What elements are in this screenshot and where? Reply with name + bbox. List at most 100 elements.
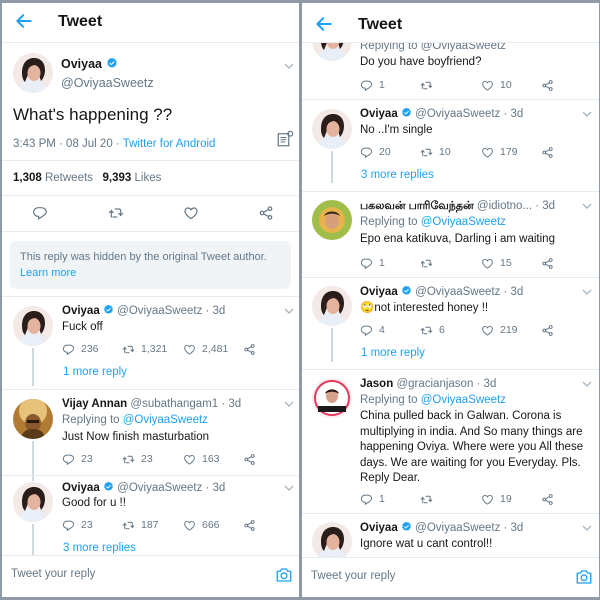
- share-action[interactable]: [541, 77, 554, 93]
- chevron-down-icon[interactable]: [582, 289, 592, 295]
- retweet-action[interactable]: 187: [122, 517, 159, 533]
- hidden-notice-text: This reply was hidden by the original Tw…: [20, 251, 267, 263]
- retweet-icon: [420, 257, 433, 270]
- page-title: Tweet: [358, 16, 403, 33]
- reply-header: Jason @gracianjason · 3d: [360, 378, 497, 390]
- like-icon: [481, 493, 494, 506]
- avatar[interactable]: [312, 522, 352, 562]
- right-tweet-screen: Replying to @OviyaaSweetz Do you have bo…: [302, 3, 599, 597]
- share-icon: [541, 493, 554, 506]
- like-icon[interactable]: [183, 205, 199, 221]
- avatar[interactable]: [312, 378, 352, 418]
- chevron-down-icon[interactable]: [284, 485, 294, 491]
- reply-composer[interactable]: Tweet your reply: [302, 557, 599, 597]
- share-icon: [541, 146, 554, 159]
- retweet-action[interactable]: 10: [420, 144, 451, 160]
- like-action[interactable]: 15: [481, 255, 512, 271]
- avatar[interactable]: [312, 109, 352, 149]
- reply-action-bar: 236 1,321 2,481: [62, 341, 262, 357]
- share-action[interactable]: [541, 255, 554, 271]
- retweet-action[interactable]: 23: [122, 451, 153, 467]
- tweet-stats: 1,308 Retweets 9,393 Likes: [13, 172, 162, 184]
- reply-action-bar: 1 15: [360, 255, 560, 271]
- chevron-down-icon[interactable]: [582, 111, 592, 117]
- like-action[interactable]: 10: [481, 77, 512, 93]
- hidden-reply-notice: This reply was hidden by the original Tw…: [10, 241, 291, 289]
- reply-icon[interactable]: [32, 205, 48, 221]
- reply-text: Fuck off: [62, 321, 103, 333]
- reply-composer[interactable]: Tweet your reply: [2, 555, 299, 597]
- like-action[interactable]: 666: [183, 517, 220, 533]
- author-name[interactable]: Oviyaa: [61, 57, 118, 72]
- back-arrow-icon[interactable]: [14, 11, 34, 31]
- avatar[interactable]: [13, 482, 53, 522]
- more-replies-link[interactable]: 1 more reply: [63, 366, 127, 378]
- chevron-down-icon[interactable]: [284, 308, 294, 314]
- reply-input[interactable]: Tweet your reply: [311, 570, 395, 582]
- more-replies-link[interactable]: 1 more reply: [361, 347, 425, 359]
- avatar[interactable]: [312, 286, 352, 326]
- retweet-action[interactable]: 1,321: [122, 341, 167, 357]
- avatar[interactable]: [13, 306, 53, 346]
- reply-header: Oviyaa @OviyaaSweetz · 3d: [360, 108, 524, 120]
- more-replies-link[interactable]: 3 more replies: [361, 169, 434, 181]
- like-action[interactable]: 179: [481, 144, 518, 160]
- retweet-action[interactable]: [420, 77, 433, 93]
- share-action[interactable]: [243, 341, 256, 357]
- back-arrow-icon[interactable]: [314, 14, 334, 34]
- like-action[interactable]: 19: [481, 491, 512, 507]
- share-action[interactable]: [541, 491, 554, 507]
- retweet-action[interactable]: 6: [420, 322, 445, 338]
- chevron-down-icon[interactable]: [582, 203, 592, 209]
- chevron-down-icon[interactable]: [582, 381, 592, 387]
- like-action[interactable]: 2,481: [183, 341, 228, 357]
- reply-icon: [360, 324, 373, 337]
- avatar[interactable]: [312, 200, 352, 240]
- left-tweet-screen: Tweet Oviyaa @OviyaaSweetz What's happen…: [2, 3, 299, 597]
- more-replies-link[interactable]: 3 more replies: [63, 542, 136, 554]
- source-link[interactable]: Twitter for Android: [123, 138, 216, 150]
- reply-action[interactable]: 23: [62, 517, 93, 533]
- like-icon: [183, 519, 196, 532]
- author-handle[interactable]: @OviyaaSweetz: [61, 76, 154, 91]
- reply-action-bar: 1 19: [360, 491, 560, 507]
- share-icon: [541, 257, 554, 270]
- like-action[interactable]: 219: [481, 322, 518, 338]
- chevron-down-icon[interactable]: [284, 63, 294, 69]
- reply-action[interactable]: 20: [360, 144, 391, 160]
- analytics-icon[interactable]: [276, 130, 294, 148]
- avatar[interactable]: [13, 399, 53, 439]
- camera-icon[interactable]: [575, 568, 593, 586]
- reply-action[interactable]: 1: [360, 491, 385, 507]
- reply-action[interactable]: 4: [360, 322, 385, 338]
- tweet-meta: 3:43 PM · 08 Jul 20 · Twitter for Androi…: [13, 138, 216, 150]
- divider: [2, 475, 299, 476]
- reply-action-bar: 23 23 163: [62, 451, 262, 467]
- top-app-bar: Tweet: [302, 3, 599, 43]
- retweet-action[interactable]: [420, 491, 433, 507]
- chevron-down-icon[interactable]: [582, 525, 592, 531]
- share-action[interactable]: [541, 144, 554, 160]
- share-icon[interactable]: [258, 205, 274, 221]
- like-icon: [481, 146, 494, 159]
- retweet-action[interactable]: [420, 255, 433, 271]
- retweet-icon[interactable]: [108, 205, 124, 221]
- share-action[interactable]: [541, 322, 554, 338]
- chevron-down-icon[interactable]: [284, 401, 294, 407]
- reply-action[interactable]: 23: [62, 451, 93, 467]
- reply-action[interactable]: 236: [62, 341, 99, 357]
- share-icon: [243, 453, 256, 466]
- avatar[interactable]: [13, 53, 53, 93]
- like-icon: [183, 453, 196, 466]
- divider: [2, 160, 299, 161]
- reply-input[interactable]: Tweet your reply: [11, 568, 95, 580]
- like-icon: [481, 257, 494, 270]
- share-action[interactable]: [243, 451, 256, 467]
- like-action[interactable]: 163: [183, 451, 220, 467]
- learn-more-link[interactable]: Learn more: [20, 266, 76, 281]
- retweet-icon: [420, 146, 433, 159]
- reply-action[interactable]: 1: [360, 77, 385, 93]
- camera-icon[interactable]: [275, 566, 293, 584]
- reply-action[interactable]: 1: [360, 255, 385, 271]
- share-action[interactable]: [243, 517, 256, 533]
